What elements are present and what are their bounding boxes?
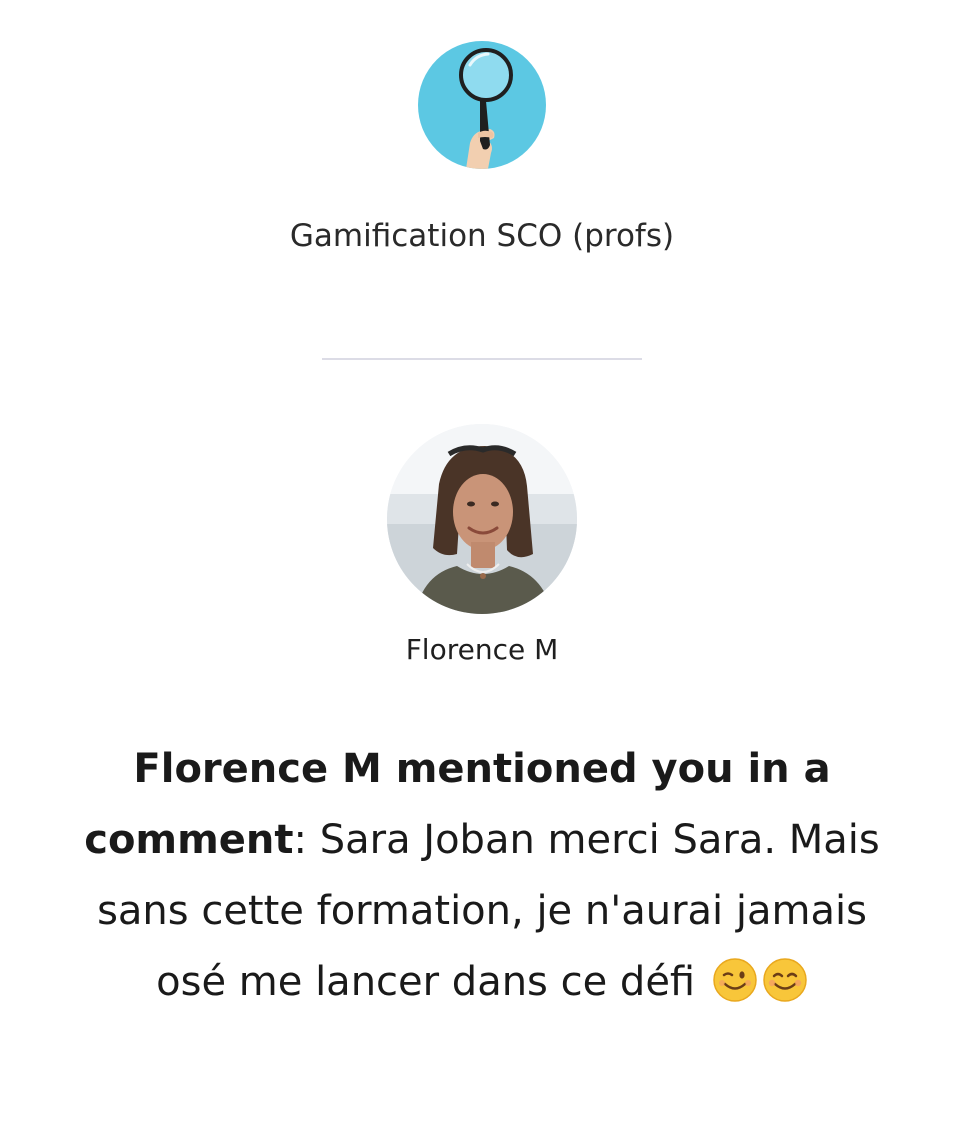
group-avatar[interactable] <box>418 41 546 169</box>
profile-photo <box>387 424 577 614</box>
avatar[interactable] <box>387 424 577 614</box>
notification-separator: : <box>293 817 307 863</box>
user-name[interactable]: Florence M <box>0 630 964 670</box>
divider <box>322 358 642 360</box>
notification-message: Florence M mentioned you in a comment: S… <box>60 734 904 1018</box>
winking-face-icon <box>713 958 757 1002</box>
group-name[interactable]: Gamification SCO (profs) <box>0 214 964 258</box>
magnifying-glass-icon <box>459 48 513 169</box>
smiling-face-icon <box>763 958 807 1002</box>
